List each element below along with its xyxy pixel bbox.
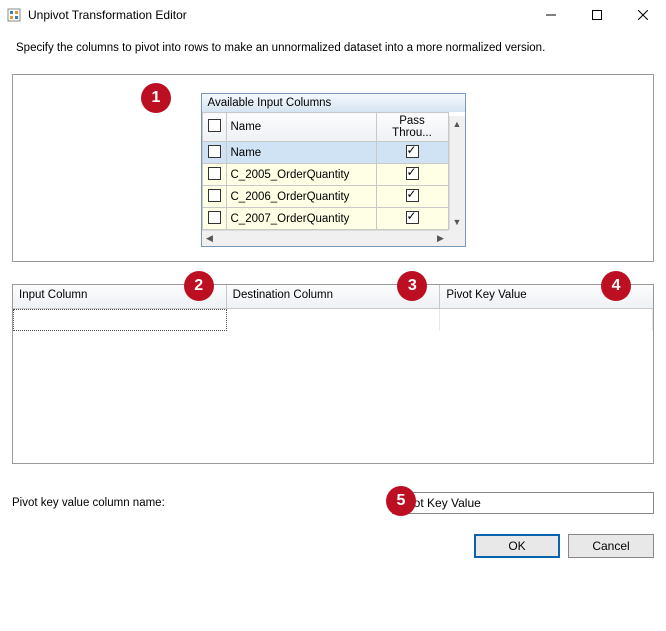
annotation-4: 4 xyxy=(601,271,631,301)
column-header-pass-through[interactable]: Pass Throu... xyxy=(376,113,448,142)
available-input-columns-box: Available Input Columns Name Pass Throu.… xyxy=(201,93,466,247)
header-destination-column-label: Destination Column xyxy=(233,289,333,301)
horizontal-scrollbar[interactable]: ◀ ▶ xyxy=(202,230,449,246)
pass-through-checkbox[interactable] xyxy=(406,167,419,180)
header-pivot-key-value[interactable]: Pivot Key Value 4 xyxy=(440,285,653,309)
cancel-button[interactable]: Cancel xyxy=(568,534,654,558)
app-icon xyxy=(6,7,22,23)
row-select-checkbox[interactable] xyxy=(208,167,221,180)
ok-button[interactable]: OK xyxy=(474,534,560,558)
input-columns-panel: 1 Available Input Columns Name Pass Thro… xyxy=(12,74,654,262)
pass-through-checkbox[interactable] xyxy=(406,211,419,224)
scroll-down-icon[interactable]: ▼ xyxy=(450,214,465,230)
pass-through-checkbox[interactable] xyxy=(406,189,419,202)
available-input-columns-title: Available Input Columns xyxy=(202,94,465,112)
destination-column-cell[interactable] xyxy=(227,309,440,331)
header-destination-column[interactable]: Destination Column 3 xyxy=(227,285,441,309)
table-row[interactable]: C_2006_OrderQuantity xyxy=(202,186,448,208)
row-name-cell[interactable]: C_2005_OrderQuantity xyxy=(226,164,376,186)
header-input-column[interactable]: Input Column 2 xyxy=(13,285,227,309)
mapping-grid[interactable]: Input Column 2 Destination Column 3 Pivo… xyxy=(12,284,654,464)
table-row[interactable]: Name xyxy=(202,142,448,164)
annotation-2: 2 xyxy=(184,271,214,301)
window-subtitle: Specify the columns to pivot into rows t… xyxy=(0,30,666,74)
scrollbar-corner xyxy=(449,230,465,246)
annotation-3: 3 xyxy=(397,271,427,301)
column-header-name[interactable]: Name xyxy=(226,113,376,142)
table-row[interactable]: C_2007_OrderQuantity xyxy=(202,208,448,230)
row-select-checkbox[interactable] xyxy=(208,189,221,202)
pass-through-checkbox[interactable] xyxy=(406,145,419,158)
row-select-checkbox[interactable] xyxy=(208,211,221,224)
table-row[interactable]: C_2005_OrderQuantity xyxy=(202,164,448,186)
vertical-scrollbar[interactable]: ▲ ▼ xyxy=(449,116,465,230)
row-name-cell[interactable]: C_2007_OrderQuantity xyxy=(226,208,376,230)
row-name-cell[interactable]: C_2006_OrderQuantity xyxy=(226,186,376,208)
minimize-button[interactable] xyxy=(528,0,574,30)
annotation-5: 5 xyxy=(386,486,416,516)
row-name-cell[interactable]: Name xyxy=(226,142,376,164)
pivot-key-column-input[interactable] xyxy=(392,492,654,514)
titlebar: Unpivot Transformation Editor xyxy=(0,0,666,30)
row-select-checkbox[interactable] xyxy=(208,145,221,158)
input-columns-grid[interactable]: Name Pass Throu... Name C_2005_OrderQuan… xyxy=(202,112,449,230)
input-column-cell[interactable] xyxy=(13,309,227,331)
pivot-key-value-cell[interactable] xyxy=(440,309,653,331)
select-all-checkbox-header[interactable] xyxy=(202,113,226,142)
close-button[interactable] xyxy=(620,0,666,30)
pivot-key-column-label: Pivot key value column name: xyxy=(12,497,392,509)
scroll-left-icon[interactable]: ◀ xyxy=(202,231,218,246)
annotation-1: 1 xyxy=(141,83,171,113)
maximize-button[interactable] xyxy=(574,0,620,30)
header-input-column-label: Input Column xyxy=(19,289,87,301)
window-title: Unpivot Transformation Editor xyxy=(28,8,528,22)
scroll-up-icon[interactable]: ▲ xyxy=(450,116,465,132)
header-pivot-key-value-label: Pivot Key Value xyxy=(446,289,526,301)
scroll-right-icon[interactable]: ▶ xyxy=(433,231,449,246)
